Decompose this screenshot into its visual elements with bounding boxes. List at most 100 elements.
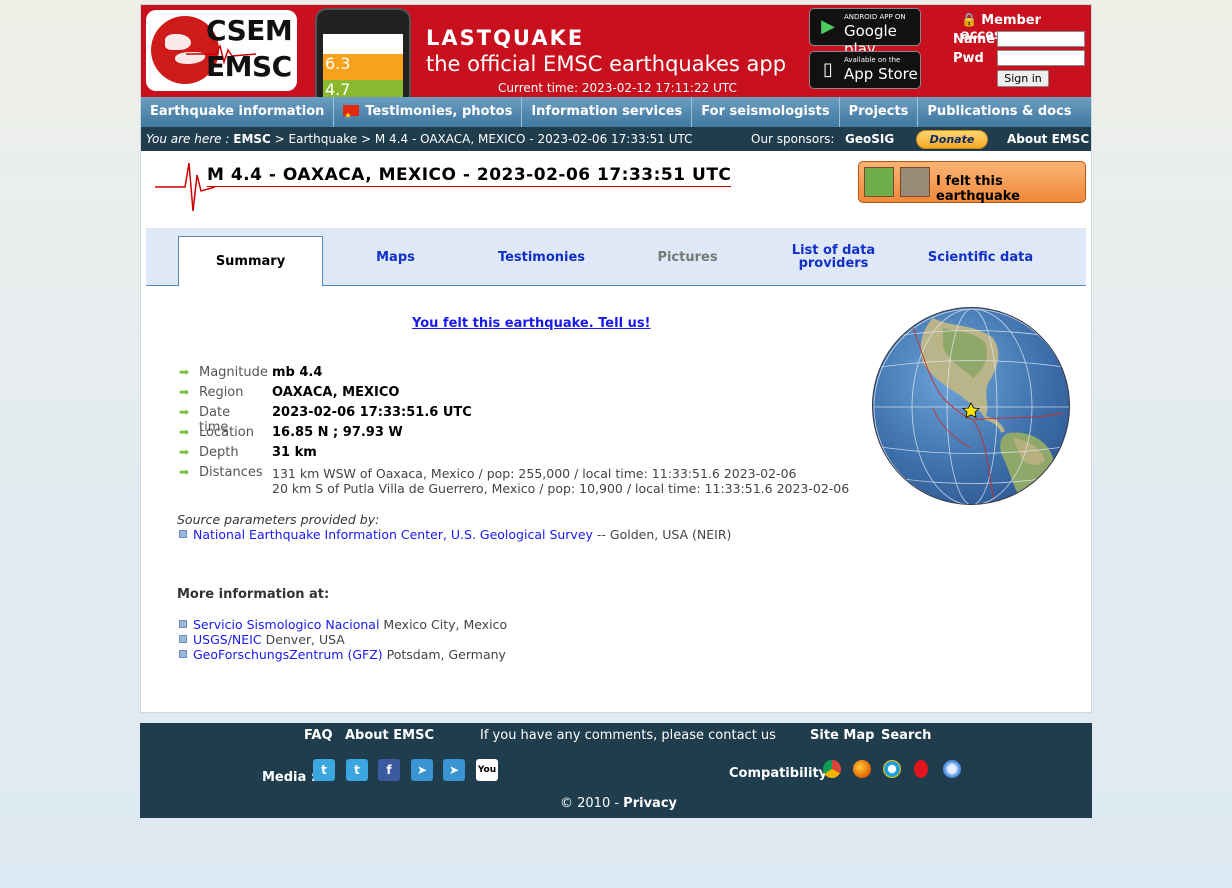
tab-summary[interactable]: Summary bbox=[178, 236, 323, 287]
felt-button-label: I felt this earthquake bbox=[936, 174, 1020, 204]
nav-publications-docs[interactable]: Publications & docs bbox=[918, 97, 1080, 127]
breadcrumb-prefix: You are here : bbox=[146, 132, 230, 146]
arrow-icon: ➡ bbox=[179, 445, 190, 459]
map-thumbnail-icon bbox=[864, 167, 894, 197]
nav-testimonies-label: Testimonies, photos bbox=[365, 104, 513, 119]
globe-map-graphic bbox=[873, 308, 1069, 504]
header-banner: CSEM EMSC 6.3 4.7 LASTQUAKE the official… bbox=[141, 5, 1091, 97]
app-store-label: App Store bbox=[844, 65, 918, 83]
sponsor-geosig-link[interactable]: GeoSIG bbox=[845, 127, 894, 151]
emsc-logo[interactable]: CSEM EMSC bbox=[146, 10, 297, 91]
phone-magnitude-2: 4.7 bbox=[325, 80, 351, 97]
tab-scientific-data[interactable]: Scientific data bbox=[908, 228, 1053, 286]
china-flag-icon bbox=[343, 101, 360, 131]
source-provider: National Earthquake Information Center, … bbox=[179, 527, 731, 542]
phone-magnitude-1: 6.3 bbox=[325, 54, 351, 73]
breadcrumb: You are here : EMSC > Earthquake > M 4.4… bbox=[146, 127, 693, 151]
telegram-icon[interactable]: ➤ bbox=[411, 759, 433, 781]
youtube-icon[interactable]: You bbox=[476, 759, 498, 781]
nav-for-seismologists[interactable]: For seismologists bbox=[692, 97, 840, 127]
bullet-icon bbox=[179, 620, 187, 628]
about-emsc-link[interactable]: About EMSC bbox=[1007, 127, 1089, 151]
ssn-link[interactable]: Servicio Sismologico Nacional bbox=[193, 617, 379, 632]
opera-icon bbox=[914, 760, 928, 778]
tab-pictures: Pictures bbox=[657, 249, 718, 265]
depth-value: 31 km bbox=[272, 445, 317, 460]
source-label: Source parameters provided by: bbox=[177, 512, 380, 527]
seismogram-icon bbox=[155, 162, 215, 212]
breadcrumb-emsc-link[interactable]: EMSC bbox=[233, 132, 271, 146]
list-item: GeoForschungsZentrum (GFZ) Potsdam, Germ… bbox=[179, 647, 507, 662]
breadcrumb-earthquake-link[interactable]: Earthquake bbox=[289, 132, 358, 146]
telegram-icon[interactable]: ➤ bbox=[443, 759, 465, 781]
logo-csem-text: CSEM bbox=[206, 14, 293, 47]
lock-icon: 🔒 bbox=[961, 13, 978, 28]
youtube-icon-text: You bbox=[477, 765, 497, 775]
current-time: Current time: 2023-02-12 17:11:22 UTC bbox=[498, 81, 737, 95]
param-label: Region bbox=[199, 385, 244, 400]
safari-icon bbox=[943, 760, 961, 778]
bullet-icon bbox=[179, 530, 187, 538]
list-item-place: Potsdam, Germany bbox=[382, 647, 506, 662]
page-container: CSEM EMSC 6.3 4.7 LASTQUAKE the official… bbox=[140, 4, 1092, 713]
contact-us-link[interactable]: If you have any comments, please contact… bbox=[480, 728, 776, 743]
name-input[interactable] bbox=[997, 31, 1085, 47]
nav-information-services[interactable]: Information services bbox=[522, 97, 693, 127]
i-felt-this-earthquake-button[interactable]: I felt this earthquake bbox=[858, 161, 1086, 204]
twitter-icon[interactable]: t bbox=[313, 759, 335, 781]
more-info-heading: More information at: bbox=[177, 587, 330, 602]
sign-in-button[interactable]: Sign in bbox=[997, 70, 1049, 87]
distance-2: 20 km S of Putla Villa de Guerrero, Mexi… bbox=[272, 481, 850, 496]
sponsors-label: Our sponsors: bbox=[751, 132, 835, 146]
nav-projects[interactable]: Projects bbox=[840, 97, 919, 127]
more-info-list: Servicio Sismologico Nacional Mexico Cit… bbox=[179, 617, 507, 662]
usgs-link[interactable]: USGS/NEIC bbox=[193, 632, 262, 647]
phone-app-image: 6.3 4.7 bbox=[315, 8, 411, 97]
datetime-value: 2023-02-06 17:33:51.6 UTC bbox=[272, 405, 472, 420]
password-input[interactable] bbox=[997, 50, 1085, 66]
param-label: Magnitude bbox=[199, 365, 268, 380]
main-nav: Earthquake information Testimonies, phot… bbox=[141, 97, 1091, 131]
copyright: © 2010 - Privacy bbox=[560, 796, 677, 811]
footer: FAQ About EMSC If you have any comments,… bbox=[140, 723, 1092, 818]
magnitude-value: mb 4.4 bbox=[272, 365, 323, 380]
copyright-text: © 2010 - bbox=[560, 796, 624, 811]
search-link[interactable]: Search bbox=[881, 728, 931, 743]
neic-link[interactable]: National Earthquake Information Center, … bbox=[193, 527, 593, 542]
google-play-icon: ▶ bbox=[821, 16, 835, 37]
google-play-small-text: ANDROID APP ON bbox=[844, 13, 906, 21]
app-store-button[interactable]: ▯ Available on the App Store bbox=[809, 51, 921, 89]
footer-about-link[interactable]: About EMSC bbox=[345, 728, 434, 743]
breadcrumb-bar: You are here : EMSC > Earthquake > M 4.4… bbox=[141, 127, 1091, 151]
event-title: M 4.4 - OAXACA, MEXICO - 2023-02-06 17:3… bbox=[207, 165, 732, 187]
app-title: LASTQUAKE bbox=[426, 26, 585, 50]
faq-link[interactable]: FAQ bbox=[304, 728, 333, 743]
distance-1: 131 km WSW of Oaxaca, Mexico / pop: 255,… bbox=[272, 466, 797, 481]
donate-button[interactable]: Donate bbox=[916, 130, 988, 149]
app-subtitle: the official EMSC earthquakes app bbox=[426, 52, 787, 76]
site-map-link[interactable]: Site Map bbox=[810, 728, 874, 743]
arrow-icon: ➡ bbox=[179, 385, 190, 399]
chrome-icon bbox=[823, 760, 841, 778]
tab-maps[interactable]: Maps bbox=[323, 228, 468, 286]
tab-testimonies[interactable]: Testimonies bbox=[469, 228, 614, 286]
gfz-link[interactable]: GeoForschungsZentrum (GFZ) bbox=[193, 647, 383, 662]
google-play-button[interactable]: ▶ ANDROID APP ON Google play bbox=[809, 8, 921, 58]
arrow-icon: ➡ bbox=[179, 365, 190, 379]
list-item: USGS/NEIC Denver, USA bbox=[179, 632, 507, 647]
event-tabs: Summary Maps Testimonies Pictures List o… bbox=[146, 228, 1086, 287]
list-item-place: Mexico City, Mexico bbox=[379, 617, 508, 632]
facebook-icon[interactable]: f bbox=[378, 759, 400, 781]
epicenter-globe-map[interactable] bbox=[872, 307, 1070, 505]
param-label: Location bbox=[199, 425, 254, 440]
nav-earthquake-information[interactable]: Earthquake information bbox=[141, 97, 335, 127]
tab-data-providers[interactable]: List of data providers bbox=[761, 228, 906, 286]
provider-location: -- Golden, USA (NEIR) bbox=[592, 527, 732, 542]
tell-us-link[interactable]: You felt this earthquake. Tell us! bbox=[412, 316, 651, 331]
nav-testimonies-photos[interactable]: Testimonies, photos bbox=[334, 97, 523, 131]
region-value: OAXACA, MEXICO bbox=[272, 385, 400, 400]
logo-emsc-text: EMSC bbox=[206, 50, 292, 83]
privacy-link[interactable]: Privacy bbox=[623, 796, 677, 811]
twitter-icon[interactable]: t bbox=[346, 759, 368, 781]
list-item: Servicio Sismologico Nacional Mexico Cit… bbox=[179, 617, 507, 632]
